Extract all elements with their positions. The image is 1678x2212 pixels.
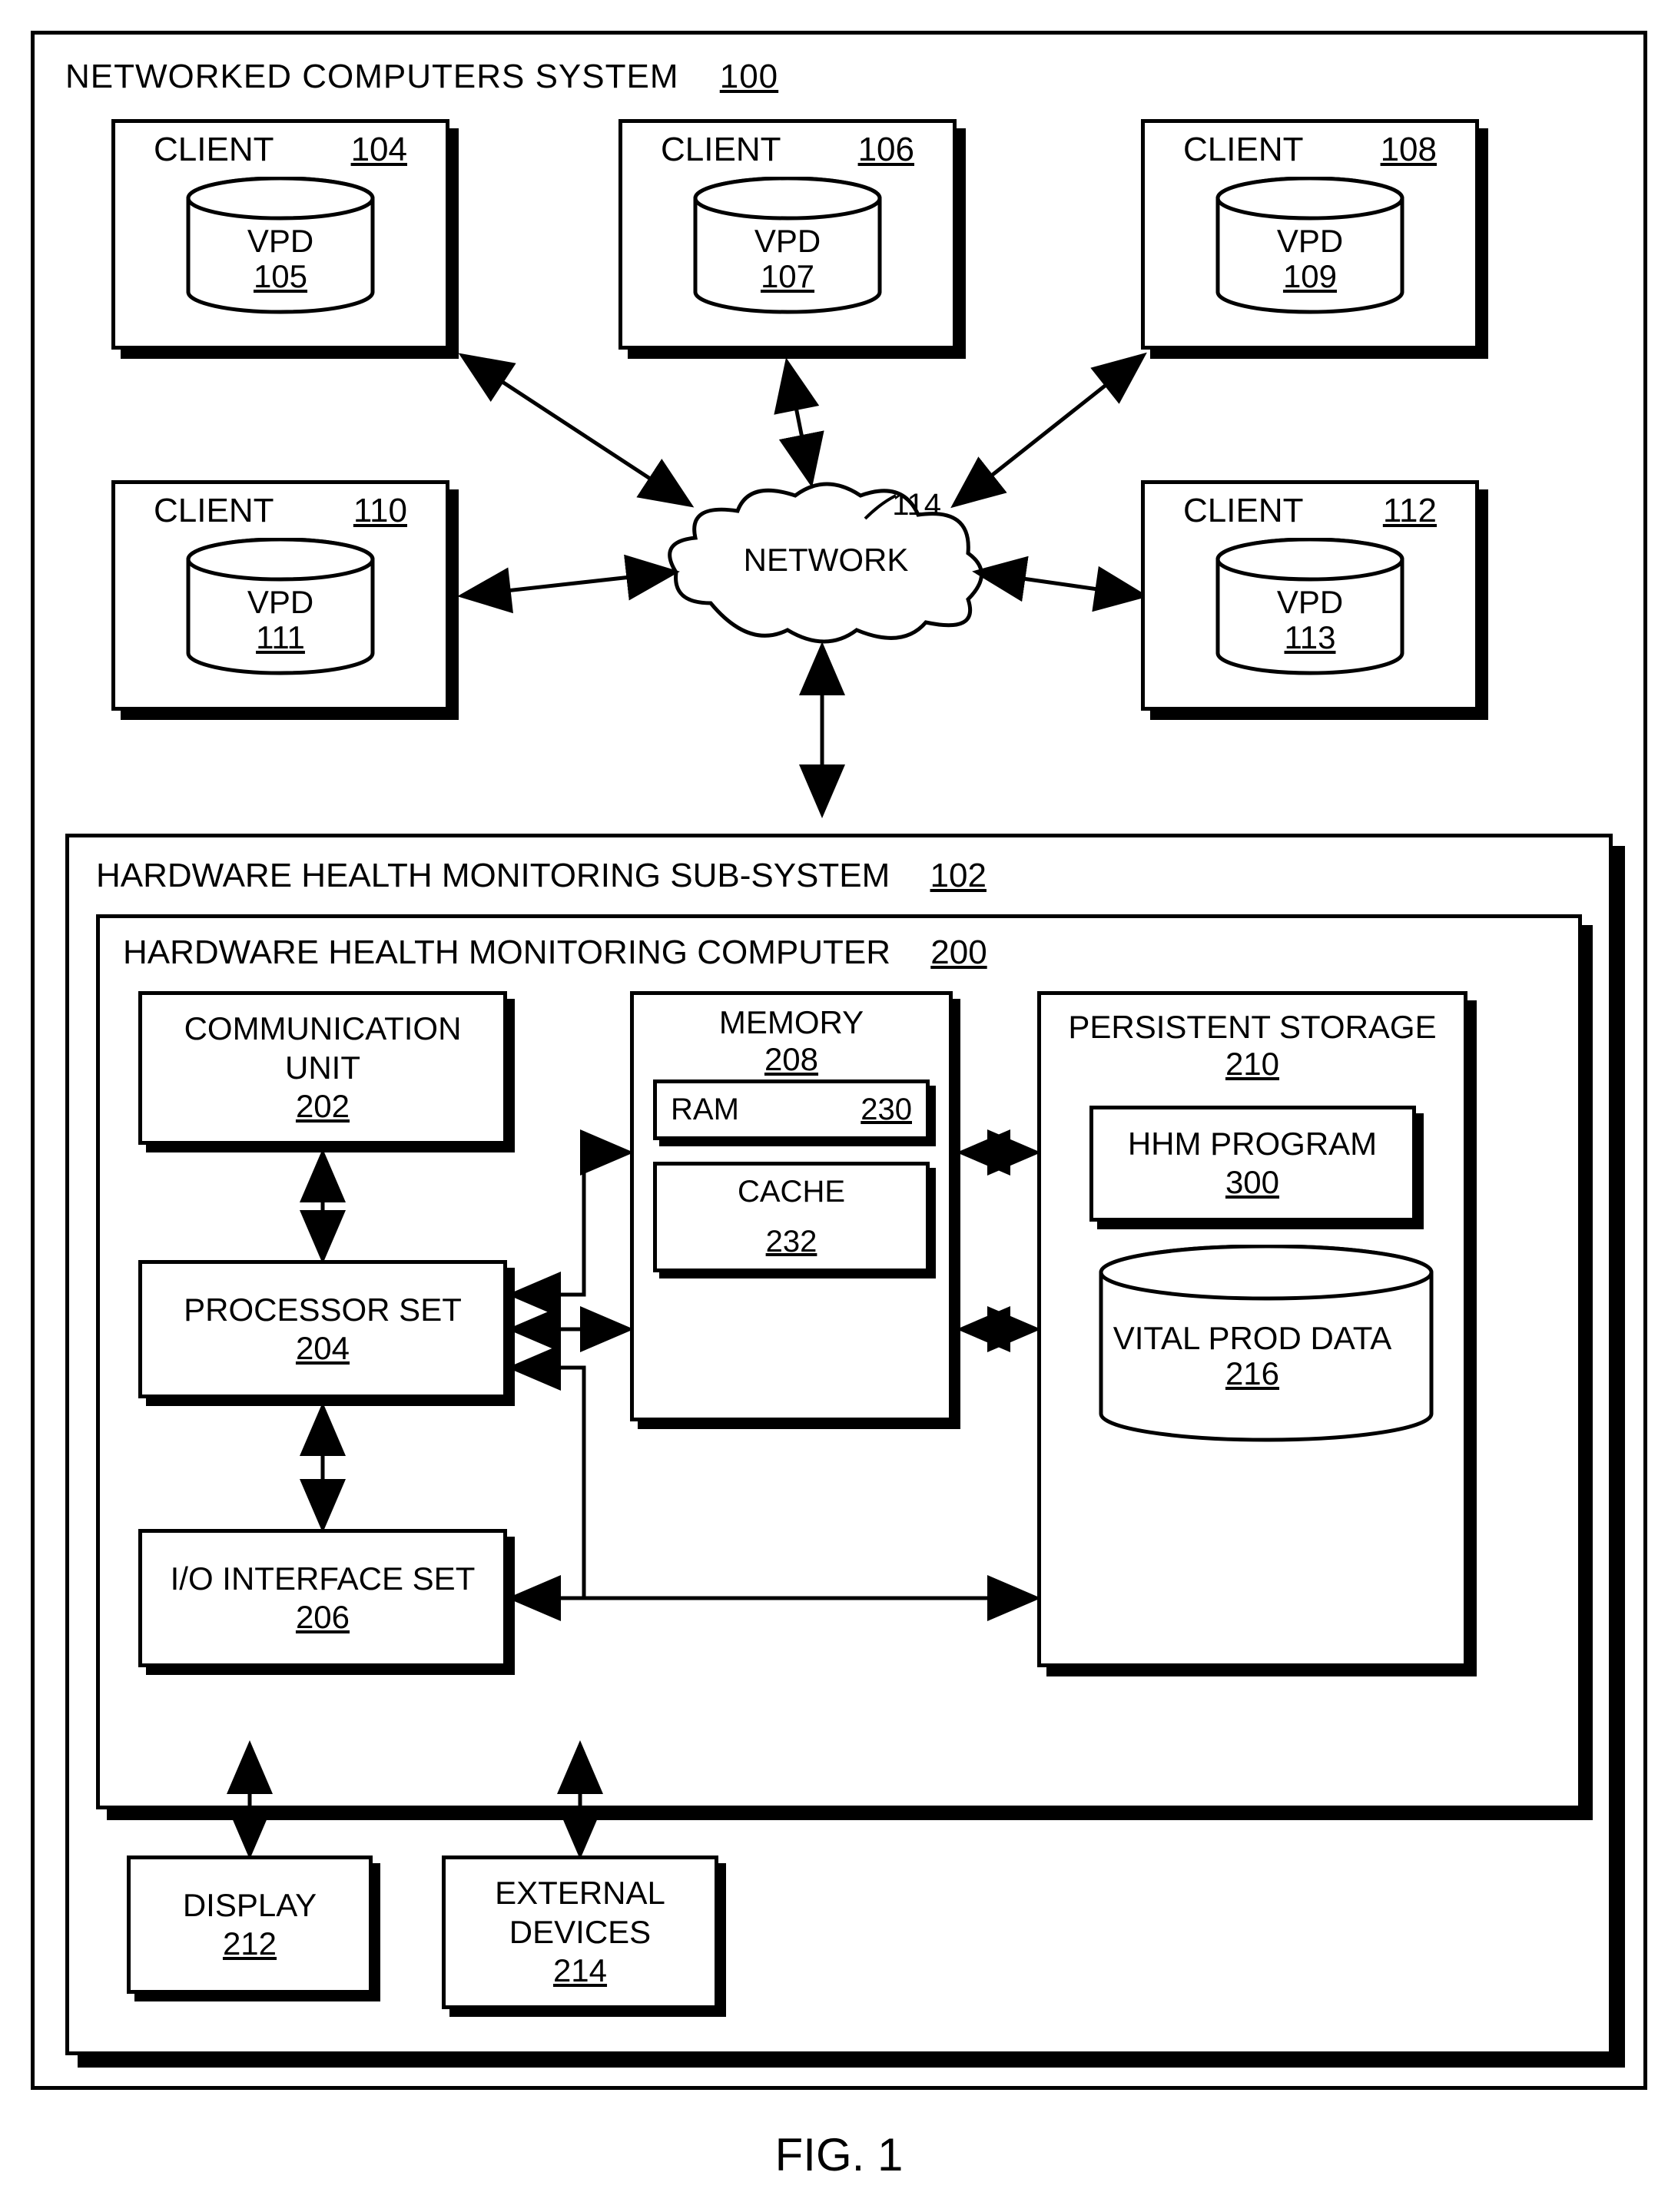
network-label: NETWORK — [665, 542, 987, 579]
client-label: CLIENT — [154, 131, 274, 169]
vpd-ref: 105 — [181, 259, 380, 294]
clients-area: CLIENT 104 VPD 105 — [65, 119, 1613, 811]
computer-box: HARDWARE HEALTH MONITORING COMPUTER 200 … — [96, 914, 1582, 1809]
system-title-ref: 100 — [720, 58, 778, 95]
client-112: CLIENT 112 VPD 113 — [1141, 480, 1479, 711]
client-ref: 108 — [1381, 131, 1437, 169]
vpd-label: VPD — [754, 223, 821, 259]
vpd-ref: 113 — [1210, 620, 1410, 655]
client-label: CLIENT — [661, 131, 781, 169]
client-label: CLIENT — [1183, 492, 1303, 530]
vpd-cylinder-icon: VPD 109 — [1210, 177, 1410, 315]
vpd-label: VPD — [1277, 584, 1343, 620]
client-ref: 112 — [1383, 492, 1437, 530]
memory-block: MEMORY 208 RAM 230 — [630, 991, 953, 1421]
vpd-ref: 109 — [1210, 259, 1410, 294]
io-interface-set-block: I/O INTERFACE SET 206 — [138, 1529, 507, 1667]
client-110: CLIENT 110 VPD 111 — [111, 480, 449, 711]
communication-unit-block: COMMUNICATION UNIT 202 — [138, 991, 507, 1145]
computer-title: HARDWARE HEALTH MONITORING COMPUTER 200 — [123, 934, 1555, 972]
vpd-label: VPD — [247, 223, 313, 259]
system-title: NETWORKED COMPUTERS SYSTEM 100 — [65, 58, 1613, 96]
vpd-cylinder-icon: VPD 105 — [181, 177, 380, 315]
vpd-label: VPD — [247, 584, 313, 620]
vpd-cylinder-icon: VPD 111 — [181, 538, 380, 676]
vital-prod-data-cylinder-icon: VITAL PROD DATA 216 — [1089, 1245, 1416, 1444]
hhm-program-block: HHM PROGRAM 300 — [1089, 1106, 1416, 1222]
external-devices-block: EXTERNAL DEVICES 214 — [442, 1855, 718, 2009]
system-title-label: NETWORKED COMPUTERS SYSTEM — [65, 58, 679, 95]
vpd-cylinder-icon: VPD 113 — [1210, 538, 1410, 676]
client-ref: 106 — [858, 131, 914, 169]
subsystem-title: HARDWARE HEALTH MONITORING SUB-SYSTEM 10… — [96, 857, 1582, 895]
client-106: CLIENT 106 VPD 107 — [618, 119, 957, 350]
client-104: CLIENT 104 VPD 105 — [111, 119, 449, 350]
vpd-ref: 111 — [181, 620, 380, 655]
network-cloud-icon: NETWORK 114 — [665, 473, 987, 649]
figure-caption: FIG. 1 — [31, 2128, 1647, 2181]
cache-block: CACHE 232 — [653, 1162, 930, 1272]
client-label: CLIENT — [1183, 131, 1303, 169]
network-ref: 114 — [892, 488, 941, 522]
vpd-ref: 107 — [688, 259, 887, 294]
processor-set-block: PROCESSOR SET 204 — [138, 1260, 507, 1398]
persistent-storage-block: PERSISTENT STORAGE 210 HHM PROGRAM 300 — [1037, 991, 1467, 1667]
client-108: CLIENT 108 VPD 109 — [1141, 119, 1479, 350]
networked-system-frame: NETWORKED COMPUTERS SYSTEM 100 CLIENT 10… — [31, 31, 1647, 2090]
vpd-label: VPD — [1277, 223, 1343, 259]
subsystem-box: HARDWARE HEALTH MONITORING SUB-SYSTEM 10… — [65, 834, 1613, 2055]
client-ref: 110 — [353, 492, 407, 530]
client-label: CLIENT — [154, 492, 274, 530]
vpd-cylinder-icon: VPD 107 — [688, 177, 887, 315]
display-block: DISPLAY 212 — [127, 1855, 373, 1994]
ram-block: RAM 230 — [653, 1079, 930, 1140]
client-ref: 104 — [351, 131, 407, 169]
